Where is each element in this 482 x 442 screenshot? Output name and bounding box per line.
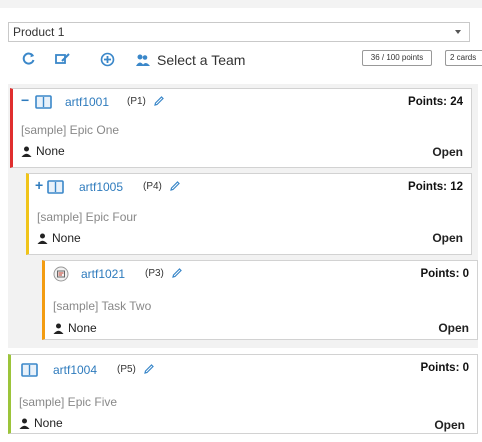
status-label[interactable]: Open (432, 145, 463, 159)
edit-pencil-icon[interactable] (172, 268, 182, 278)
priority-label: (P5) (117, 364, 136, 375)
refresh-icon[interactable] (22, 52, 36, 66)
cards-summary-badge: 2 cards (445, 50, 482, 66)
points-summary-badge: 36 / 100 points (362, 50, 432, 66)
status-label[interactable]: Open (434, 418, 465, 432)
epic-card[interactable]: + artf1005 (P4) Points: 12 [sample] Epic… (26, 173, 472, 255)
points-label: Points: 0 (420, 362, 469, 374)
product-select[interactable]: Product 1 (8, 22, 470, 42)
card-title: [sample] Epic Four (37, 210, 138, 224)
owner-name: None (68, 321, 97, 335)
product-select-value: Product 1 (13, 25, 65, 39)
priority-label: (P3) (145, 268, 164, 279)
user-icon (53, 323, 64, 334)
artifact-id-link[interactable]: artf1004 (53, 363, 97, 377)
edit-list-icon[interactable] (55, 52, 71, 66)
user-icon (19, 418, 30, 429)
points-label: Points: 0 (420, 268, 469, 280)
artifact-id-link[interactable]: artf1021 (81, 267, 125, 281)
points-label: Points: 12 (408, 181, 463, 193)
edit-pencil-icon[interactable] (154, 96, 164, 106)
points-label: Points: 24 (408, 96, 463, 108)
edit-pencil-icon[interactable] (170, 181, 180, 191)
artifact-id-link[interactable]: artf1005 (79, 180, 123, 194)
edit-pencil-icon[interactable] (144, 364, 154, 374)
epic-book-icon (21, 363, 38, 377)
owner-field[interactable]: None (21, 144, 65, 158)
task-icon (53, 266, 69, 282)
epic-card[interactable]: − artf1001 (P1) Points: 24 [sample] Epic… (10, 88, 472, 168)
epic-book-icon (35, 95, 52, 109)
priority-label: (P1) (127, 96, 146, 107)
team-icon (136, 54, 150, 66)
select-team-button[interactable]: Select a Team (135, 50, 245, 70)
status-label[interactable]: Open (432, 231, 463, 245)
owner-field[interactable]: None (19, 416, 63, 430)
epic-card[interactable]: artf1004 (P5) Points: 0 [sample] Epic Fi… (8, 354, 478, 434)
toolbar: Select a Team 36 / 100 points 2 cards (0, 48, 482, 72)
owner-field[interactable]: None (53, 321, 97, 335)
card-title: [sample] Epic One (21, 123, 120, 137)
owner-name: None (36, 144, 65, 158)
artifact-id-link[interactable]: artf1001 (65, 95, 109, 109)
card-title: [sample] Task Two (53, 299, 152, 313)
select-team-label: Select a Team (157, 52, 246, 68)
owner-name: None (52, 231, 81, 245)
priority-label: (P4) (143, 181, 162, 192)
owner-name: None (34, 416, 63, 430)
collapse-toggle[interactable]: − (21, 92, 29, 108)
expand-toggle[interactable]: + (35, 177, 43, 193)
owner-field[interactable]: None (37, 231, 81, 245)
card-title: [sample] Epic Five (19, 395, 118, 409)
status-label[interactable]: Open (438, 321, 469, 335)
epic-book-icon (47, 180, 64, 194)
add-circle-icon[interactable] (100, 52, 115, 67)
chevron-down-icon[interactable] (455, 30, 461, 34)
top-strip (0, 0, 482, 8)
user-icon (21, 146, 32, 157)
user-icon (37, 233, 48, 244)
task-card[interactable]: artf1021 (P3) Points: 0 [sample] Task Tw… (42, 260, 478, 340)
